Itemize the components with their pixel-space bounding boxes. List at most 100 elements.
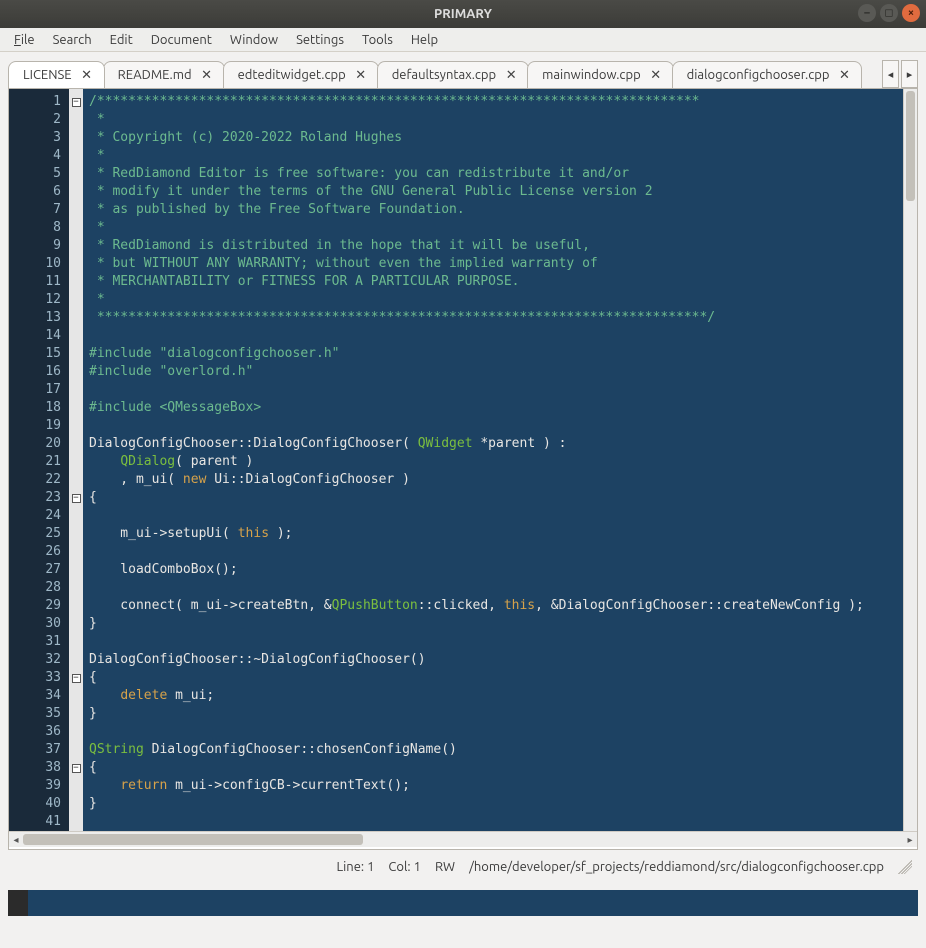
tab-readme[interactable]: README.md ✕ [103, 61, 225, 88]
tab-edteditwidget[interactable]: edteditwidget.cpp ✕ [223, 61, 379, 88]
code-line[interactable]: } [89, 705, 897, 723]
menu-window[interactable]: Window [222, 31, 286, 49]
close-icon[interactable]: ✕ [354, 68, 368, 82]
scrollbar-track[interactable] [23, 832, 903, 847]
close-icon[interactable]: ✕ [80, 68, 94, 82]
code-line[interactable]: #include <QMessageBox> [89, 399, 897, 417]
fold-gutter: − − − − [69, 89, 83, 831]
line-number: 30 [9, 615, 61, 633]
code-line[interactable]: } [89, 795, 897, 813]
code-line[interactable]: connect( m_ui->createBtn, &QPushButton::… [89, 597, 897, 615]
code-line[interactable]: m_ui->setupUi( this ); [89, 525, 897, 543]
scrollbar-thumb[interactable] [906, 91, 915, 201]
menu-file[interactable]: File [6, 31, 43, 49]
fold-toggle-icon[interactable]: − [72, 674, 81, 683]
code-line[interactable]: QDialog( parent ) [89, 453, 897, 471]
code-line[interactable]: * [89, 291, 897, 309]
code-line[interactable]: * RedDiamond is distributed in the hope … [89, 237, 897, 255]
code-line[interactable]: * [89, 219, 897, 237]
code-line[interactable]: * [89, 147, 897, 165]
close-icon[interactable]: ✕ [504, 68, 518, 82]
scrollbar-thumb[interactable] [23, 834, 363, 845]
code-line[interactable]: ****************************************… [89, 309, 897, 327]
code-line[interactable] [89, 723, 897, 741]
code-line[interactable]: * [89, 111, 897, 129]
code-line[interactable]: * Copyright (c) 2020-2022 Roland Hughes [89, 129, 897, 147]
fold-slot [69, 219, 83, 237]
status-col-label: Col: [388, 860, 410, 874]
code-line[interactable]: return m_ui->configCB->currentText(); [89, 777, 897, 795]
code-line[interactable] [89, 381, 897, 399]
code-line[interactable] [89, 813, 897, 831]
tab-scroll-right-button[interactable]: ▸ [901, 60, 918, 88]
code-line[interactable]: { [89, 759, 897, 777]
fold-slot [69, 471, 83, 489]
close-icon[interactable]: ✕ [837, 68, 851, 82]
fold-slot [69, 165, 83, 183]
line-number: 21 [9, 453, 61, 471]
code-line[interactable] [89, 633, 897, 651]
code-line[interactable]: , m_ui( new Ui::DialogConfigChooser ) [89, 471, 897, 489]
window-close-button[interactable]: × [902, 4, 920, 22]
close-icon[interactable]: ✕ [649, 68, 663, 82]
code-line[interactable]: { [89, 489, 897, 507]
code-line[interactable]: delete m_ui; [89, 687, 897, 705]
fold-toggle-icon[interactable]: − [72, 98, 81, 107]
vertical-scrollbar[interactable] [903, 89, 917, 831]
horizontal-scrollbar[interactable]: ◂ ▸ [9, 831, 917, 847]
window-minimize-button[interactable]: – [858, 4, 876, 22]
code-line[interactable]: DialogConfigChooser::DialogConfigChooser… [89, 435, 897, 453]
menu-document[interactable]: Document [143, 31, 220, 49]
menu-help[interactable]: Help [403, 31, 446, 49]
code-line[interactable]: QString DialogConfigChooser::chosenConfi… [89, 741, 897, 759]
window-maximize-button[interactable]: ◻ [880, 4, 898, 22]
code-line[interactable]: * as published by the Free Software Foun… [89, 201, 897, 219]
tab-dialogconfigchooser[interactable]: dialogconfigchooser.cpp ✕ [672, 61, 863, 88]
scroll-right-icon[interactable]: ▸ [903, 833, 917, 847]
code-line[interactable]: #include "dialogconfigchooser.h" [89, 345, 897, 363]
close-icon[interactable]: ✕ [200, 68, 214, 82]
menu-settings[interactable]: Settings [288, 31, 352, 49]
fold-slot [69, 741, 83, 759]
status-line-label: Line: [337, 860, 365, 874]
fold-slot [69, 705, 83, 723]
fold-toggle-icon[interactable]: − [72, 764, 81, 773]
resize-grip-icon[interactable] [898, 860, 912, 874]
line-number: 31 [9, 633, 61, 651]
line-number: 14 [9, 327, 61, 345]
code-line[interactable] [89, 507, 897, 525]
scroll-left-icon[interactable]: ◂ [9, 833, 23, 847]
fold-slot [69, 687, 83, 705]
code-line[interactable]: DialogConfigChooser::~DialogConfigChoose… [89, 651, 897, 669]
tab-mainwindow[interactable]: mainwindow.cpp ✕ [527, 61, 674, 88]
code-line[interactable]: #include "overlord.h" [89, 363, 897, 381]
code-line[interactable]: * MERCHANTABILITY or FITNESS FOR A PARTI… [89, 273, 897, 291]
menu-search[interactable]: Search [45, 31, 100, 49]
menu-edit[interactable]: Edit [102, 31, 141, 49]
code-line[interactable] [89, 579, 897, 597]
code-line[interactable]: loadComboBox(); [89, 561, 897, 579]
tab-defaultsyntax[interactable]: defaultsyntax.cpp ✕ [377, 61, 529, 88]
tab-license[interactable]: LICENSE ✕ [8, 61, 105, 88]
tab-scroll-left-button[interactable]: ◂ [882, 60, 899, 88]
line-number: 38 [9, 759, 61, 777]
tab-bar: LICENSE ✕ README.md ✕ edteditwidget.cpp … [0, 52, 926, 88]
line-number: 28 [9, 579, 61, 597]
code-line[interactable]: * modify it under the terms of the GNU G… [89, 183, 897, 201]
command-input[interactable] [28, 890, 918, 916]
code-line[interactable]: } [89, 615, 897, 633]
code-line[interactable] [89, 417, 897, 435]
fold-toggle-icon[interactable]: − [72, 494, 81, 503]
menu-tools[interactable]: Tools [354, 31, 401, 49]
code-line[interactable]: /***************************************… [89, 93, 897, 111]
code-line[interactable] [89, 327, 897, 345]
fold-slot [69, 417, 83, 435]
code-area[interactable]: /***************************************… [83, 89, 903, 831]
line-number: 24 [9, 507, 61, 525]
code-line[interactable]: * RedDiamond Editor is free software: yo… [89, 165, 897, 183]
code-line[interactable] [89, 543, 897, 561]
line-number: 39 [9, 777, 61, 795]
line-number: 12 [9, 291, 61, 309]
code-line[interactable]: * but WITHOUT ANY WARRANTY; without even… [89, 255, 897, 273]
code-line[interactable]: { [89, 669, 897, 687]
